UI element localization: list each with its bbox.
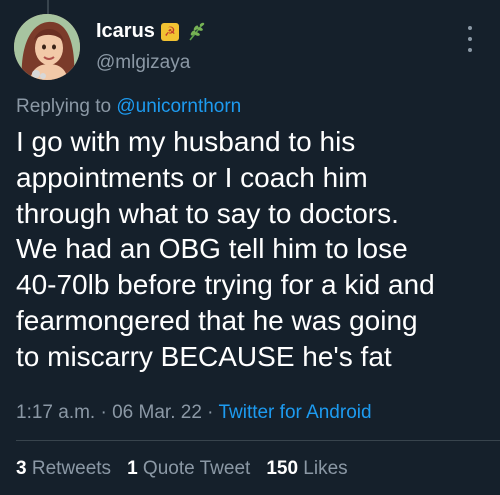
tweet-body-text: I go with my husband to his appointments…: [16, 126, 435, 372]
tweet-card: Icarus ☭ @mlgizaya Replying to @unicornt…: [0, 0, 500, 495]
divider: [16, 440, 500, 441]
avatar[interactable]: [14, 14, 80, 80]
engagement-stats: 3 Retweets 1 Quote Tweet 150 Likes: [16, 458, 348, 480]
thread-connector-line: [47, 0, 49, 14]
herb-emoji-icon: [189, 22, 205, 40]
likes-label: Likes: [303, 458, 348, 479]
more-dot: [468, 37, 472, 41]
likes-count: 150: [266, 458, 299, 479]
display-name[interactable]: Icarus: [96, 20, 155, 43]
source-app-link[interactable]: Twitter for Android: [218, 402, 371, 423]
likes-stat[interactable]: 150 Likes: [266, 458, 347, 480]
avatar-illustration: [14, 14, 80, 80]
retweets-count: 3: [16, 458, 27, 479]
author-name-row[interactable]: Icarus ☭: [96, 20, 207, 43]
more-options-icon[interactable]: [462, 26, 478, 52]
replying-to-label: Replying to: [16, 96, 117, 117]
user-handle[interactable]: @mlgizaya: [96, 52, 190, 74]
replying-to-line: Replying to @unicornthorn: [16, 96, 241, 118]
retweets-stat[interactable]: 3 Retweets: [16, 458, 111, 480]
more-dot: [468, 48, 472, 52]
meta-separator: ·: [95, 402, 113, 423]
more-dot: [468, 26, 472, 30]
reply-mention-link[interactable]: @unicornthorn: [116, 96, 241, 117]
quote-tweets-label: Quote Tweet: [142, 458, 251, 479]
meta-separator: ·: [201, 402, 219, 423]
quote-tweets-count: 1: [127, 458, 138, 479]
tweet-time[interactable]: 1:17 a.m.: [16, 402, 95, 423]
tweet-timestamp-row: 1:17 a.m. · 06 Mar. 22 · Twitter for And…: [16, 402, 372, 424]
retweets-label: Retweets: [31, 458, 112, 479]
quote-tweets-stat[interactable]: 1 Quote Tweet: [127, 458, 250, 480]
hammer-sickle-emoji-icon: ☭: [160, 22, 179, 41]
tweet-date[interactable]: 06 Mar. 22: [112, 402, 202, 423]
